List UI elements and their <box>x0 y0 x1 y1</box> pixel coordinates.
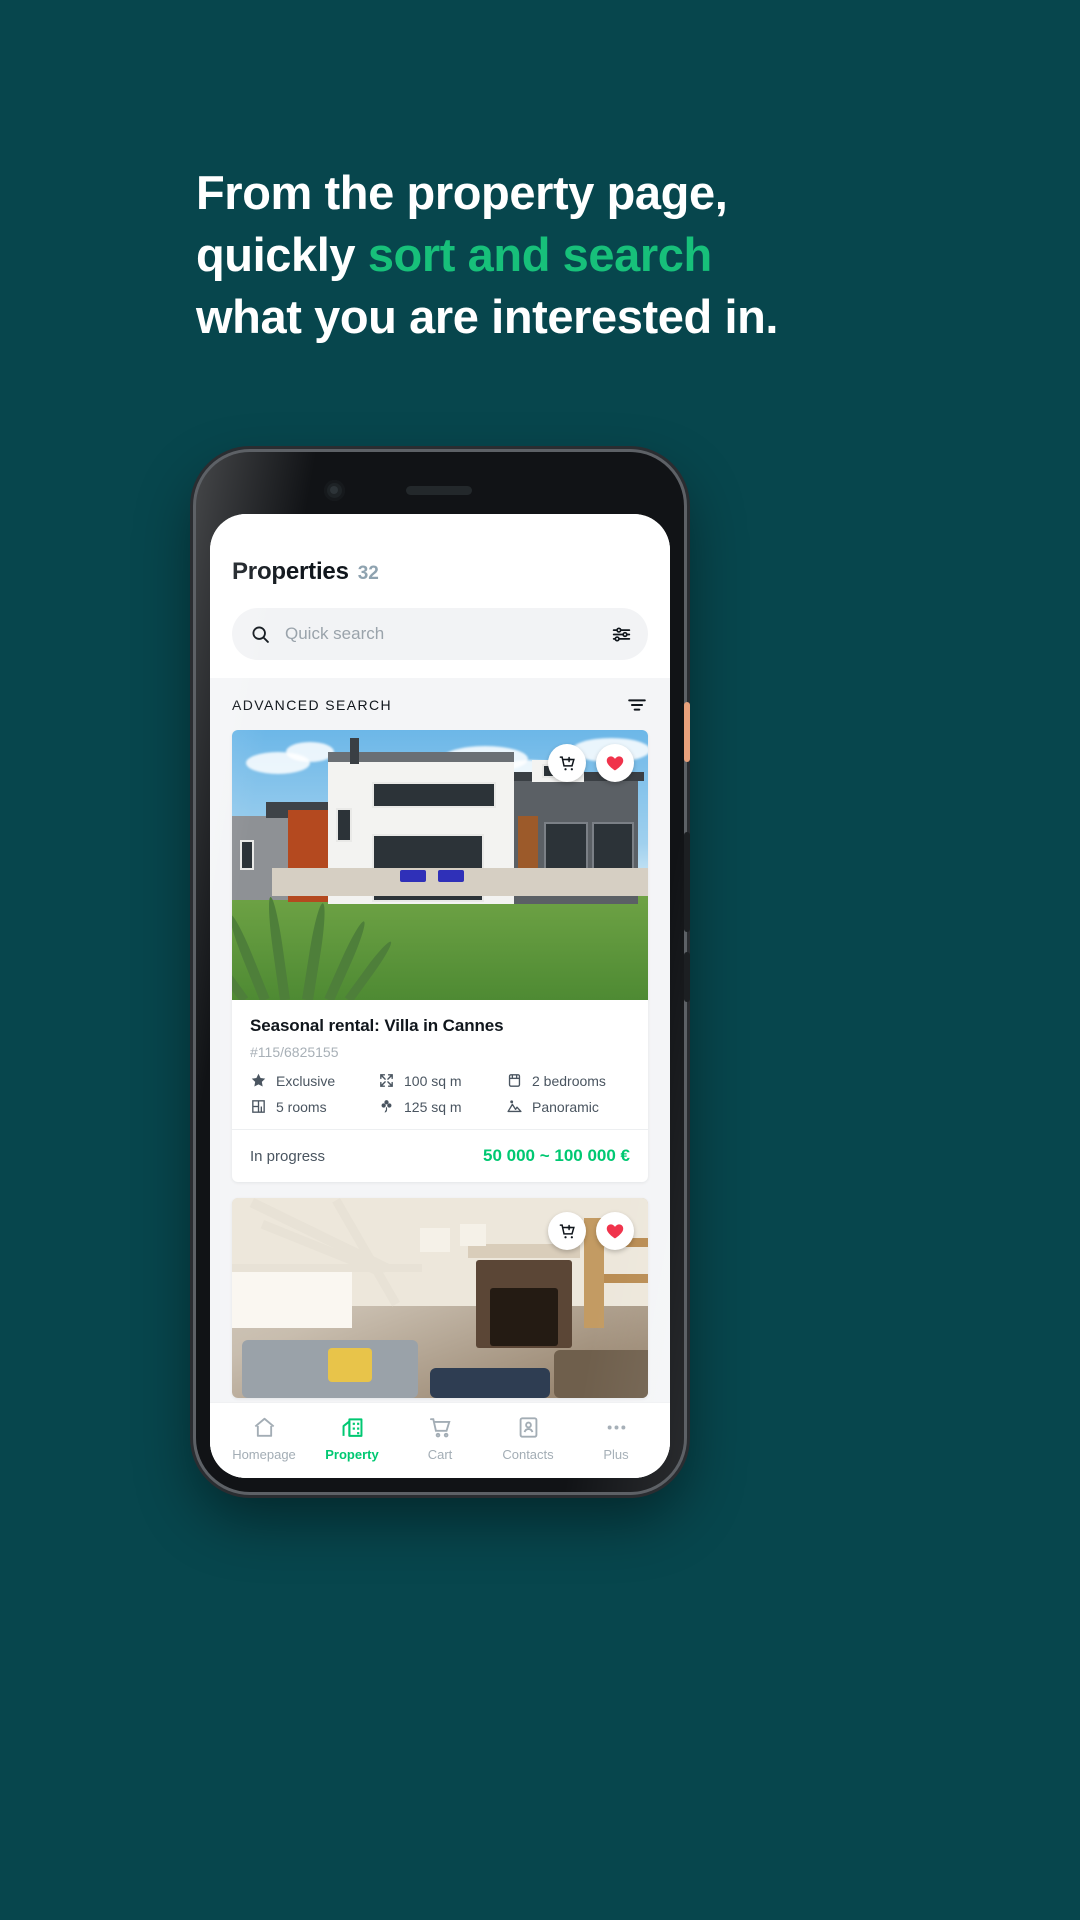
feature-row: Exclusive 100 sq m 2 bedrooms <box>250 1072 630 1089</box>
nav-item-cart[interactable]: Cart <box>396 1415 484 1462</box>
property-reference: #115/6825155 <box>250 1044 339 1060</box>
property-price: 50 000 ~ 100 000 € <box>483 1146 630 1165</box>
star-icon <box>250 1072 267 1089</box>
property-card[interactable] <box>232 1198 648 1398</box>
card-body: Seasonal rental: Villa in Cannes #115/68… <box>232 1000 648 1129</box>
page-title-text: Properties <box>232 558 349 585</box>
search-icon <box>250 624 271 645</box>
feature-area: 100 sq m <box>378 1072 506 1089</box>
properties-count: 32 <box>357 563 379 584</box>
feature-label: Exclusive <box>276 1072 336 1089</box>
bed-icon <box>506 1072 523 1089</box>
feature-label: 100 sq m <box>404 1072 462 1089</box>
feature-view: Panoramic <box>506 1098 599 1115</box>
nav-item-homepage[interactable]: Homepage <box>220 1415 308 1462</box>
search-bar[interactable] <box>232 608 648 660</box>
floorplan-icon <box>250 1098 267 1115</box>
feature-label: 5 rooms <box>276 1098 327 1115</box>
front-camera-icon <box>324 480 345 501</box>
property-title: Seasonal rental: Villa in Cannes <box>250 1016 504 1035</box>
volume-down-button[interactable] <box>684 952 690 1002</box>
volume-up-button[interactable] <box>684 832 690 932</box>
property-card[interactable]: Seasonal rental: Villa in Cannes #115/68… <box>232 730 648 1182</box>
headline-line-2-plain: quickly <box>196 228 368 282</box>
add-to-cart-button[interactable] <box>548 1212 586 1250</box>
card-actions[interactable] <box>548 744 634 782</box>
power-button[interactable] <box>684 702 690 762</box>
card-footer: In progress 50 000 ~ 100 000 € <box>232 1129 648 1182</box>
page-title: Properties 32 <box>232 558 648 586</box>
bottom-navigation[interactable]: Homepage Property Cart Contacts Plus <box>210 1402 670 1478</box>
feature-bedrooms: 2 bedrooms <box>506 1072 606 1089</box>
feature-row: 5 rooms 125 sq m Panoramic <box>250 1098 630 1115</box>
headline-line-1: From the property page, <box>196 166 728 219</box>
favorite-button[interactable] <box>596 1212 634 1250</box>
property-photo[interactable] <box>232 730 648 1000</box>
promo-stage: From the property page, quickly sort and… <box>0 0 1080 1920</box>
nav-label: Plus <box>603 1447 629 1462</box>
feature-label: 125 sq m <box>404 1098 462 1115</box>
feature-land-area: 125 sq m <box>378 1098 506 1115</box>
feature-exclusive: Exclusive <box>250 1072 378 1089</box>
search-input[interactable] <box>285 624 597 644</box>
flower-icon <box>378 1098 395 1115</box>
feature-label: 2 bedrooms <box>532 1072 606 1089</box>
property-photo[interactable] <box>232 1198 648 1398</box>
phone-screen: Properties 32 Quick search ADVANCED SEAR… <box>210 514 670 1478</box>
nav-label: Homepage <box>232 1447 296 1462</box>
home-icon <box>252 1415 277 1440</box>
add-to-cart-button[interactable] <box>548 744 586 782</box>
promo-headline: From the property page, quickly sort and… <box>196 162 956 348</box>
card-actions[interactable] <box>548 1212 634 1250</box>
nav-item-property[interactable]: Property <box>308 1415 396 1462</box>
headline-line-3: what you are interested in. <box>196 290 779 344</box>
mountain-icon <box>506 1098 523 1115</box>
status-badge: In progress <box>250 1147 326 1165</box>
ellipsis-icon <box>604 1415 629 1440</box>
advanced-search-row[interactable]: ADVANCED SEARCH <box>210 678 670 730</box>
property-features: Exclusive 100 sq m 2 bedrooms 5 rooms 12… <box>250 1072 630 1129</box>
property-list[interactable]: Seasonal rental: Villa in Cannes #115/68… <box>210 730 670 1478</box>
feature-label: Panoramic <box>532 1098 599 1115</box>
headline-line-2-accent: sort and search <box>367 228 712 282</box>
filter-lines-icon[interactable] <box>626 694 648 716</box>
phone-mockup: Properties 32 Quick search ADVANCED SEAR… <box>196 452 690 1492</box>
advanced-search-label: ADVANCED SEARCH <box>232 697 392 713</box>
nav-item-contacts[interactable]: Contacts <box>484 1415 572 1462</box>
building-icon <box>340 1415 365 1440</box>
nav-label: Cart <box>427 1447 453 1462</box>
expand-icon <box>378 1072 395 1089</box>
nav-label: Contacts <box>502 1447 554 1462</box>
feature-rooms: 5 rooms <box>250 1098 378 1115</box>
nav-label: Property <box>325 1447 379 1462</box>
nav-item-plus[interactable]: Plus <box>572 1415 660 1462</box>
cart-icon <box>428 1415 453 1440</box>
earpiece-speaker <box>406 486 472 495</box>
app-header: Properties 32 <box>210 514 670 660</box>
contacts-icon <box>516 1415 541 1440</box>
sliders-icon[interactable] <box>611 624 632 645</box>
favorite-button[interactable] <box>596 744 634 782</box>
